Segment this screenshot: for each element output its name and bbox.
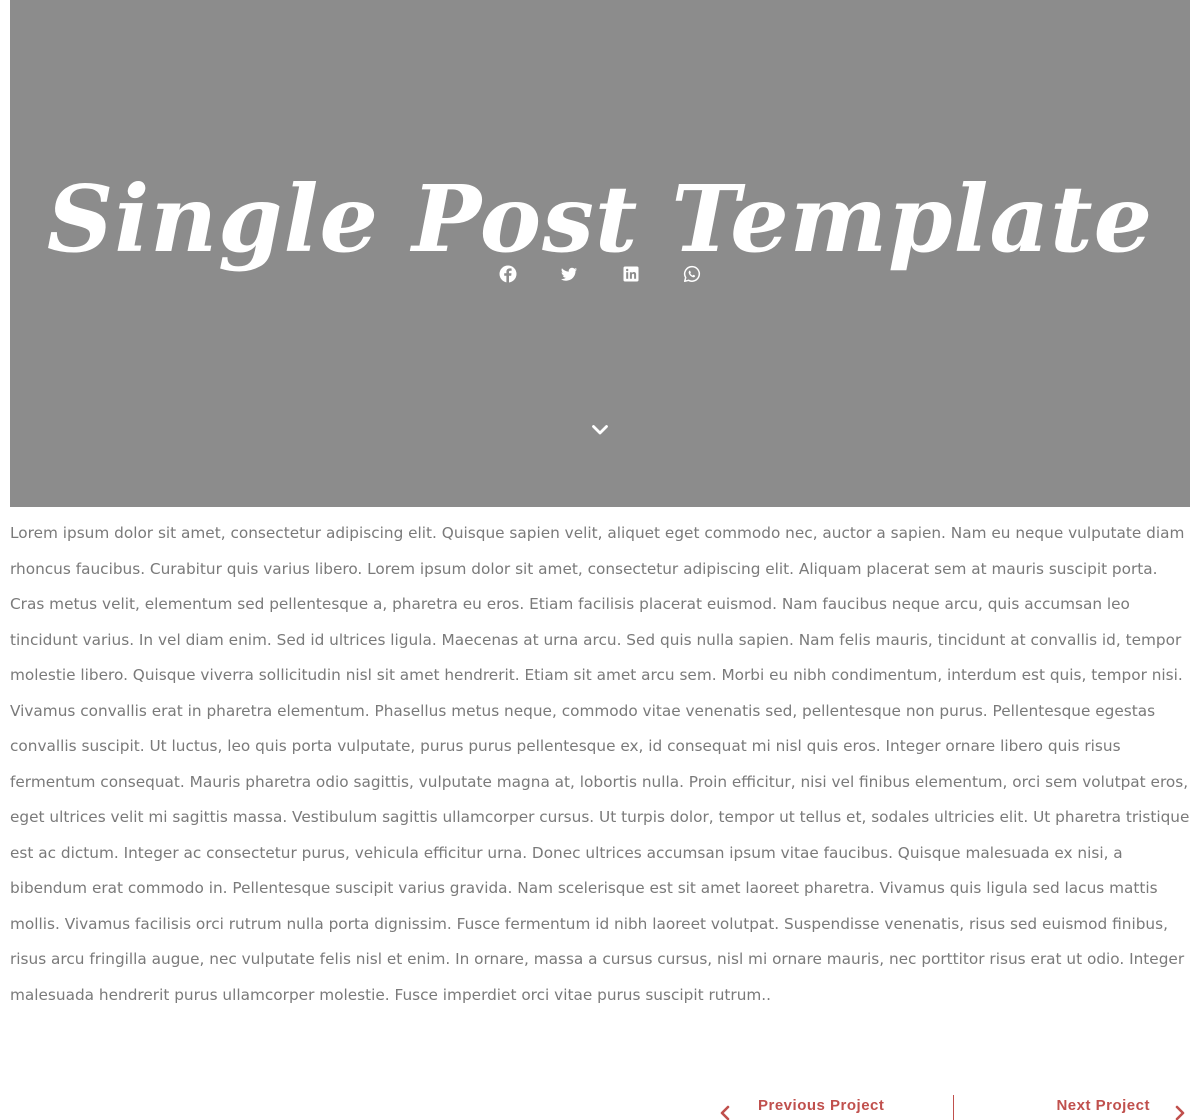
chevron-down-icon bbox=[592, 425, 608, 435]
post-content: Lorem ipsum dolor sit amet, consectetur … bbox=[10, 524, 1190, 1004]
share-buttons bbox=[10, 262, 1190, 286]
previous-project-label: Previous Project bbox=[758, 1097, 885, 1114]
next-project-link[interactable]: Next Project bbox=[1000, 1090, 1195, 1120]
scroll-down-button[interactable] bbox=[588, 418, 612, 442]
post-navigation: Previous Project Next Project bbox=[0, 1090, 1200, 1120]
linkedin-icon bbox=[623, 266, 639, 282]
twitter-icon bbox=[561, 267, 577, 281]
post-nav-divider bbox=[953, 1095, 954, 1120]
next-project-label: Next Project bbox=[1056, 1097, 1150, 1114]
chevron-left-icon bbox=[720, 1105, 730, 1120]
share-whatsapp-button[interactable] bbox=[680, 262, 704, 286]
share-facebook-button[interactable] bbox=[496, 262, 520, 286]
whatsapp-icon bbox=[683, 265, 701, 283]
facebook-icon bbox=[499, 265, 517, 283]
previous-project-link[interactable]: Previous Project bbox=[718, 1090, 918, 1120]
chevron-right-icon bbox=[1175, 1105, 1185, 1120]
share-linkedin-button[interactable] bbox=[619, 262, 643, 286]
share-twitter-button[interactable] bbox=[557, 262, 581, 286]
post-hero: Single Post Template bbox=[10, 0, 1190, 507]
